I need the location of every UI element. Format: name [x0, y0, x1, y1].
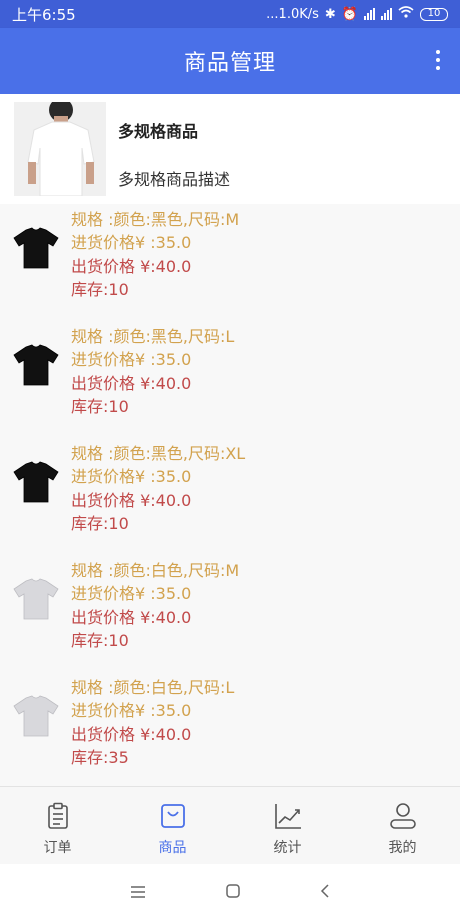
variant-info: 规格 :颜色:黑色,尺码:XL 进货价格¥ :35.0 出货价格 ¥:40.0 库存:…: [71, 442, 245, 536]
variant-stock: 库存:35: [71, 748, 129, 768]
variant-info: 规格 :颜色:白色,尺码:M 进货价格¥ :35.0 出货价格 ¥:40.0 库存:1…: [71, 559, 239, 653]
variant-thumbnail: [12, 458, 60, 506]
variant-stock: 库存:10: [71, 397, 129, 417]
wifi-icon: [398, 6, 414, 22]
status-time: 上午6:55: [12, 5, 76, 24]
variant-thumbnail: [12, 341, 60, 389]
variant-sell-price: 出货价格 ¥:40.0: [71, 256, 192, 276]
product-detail: 多规格商品 多规格商品描述 规格 :颜色:黑色,尺码:M 进货价格¥ :35.0 出…: [0, 94, 460, 786]
page-title: 商品管理: [183, 51, 276, 76]
shopping-bag-icon: [160, 804, 185, 828]
user-icon: [389, 803, 416, 829]
variant-buy-price: 进货价格¥ :35.0: [71, 350, 192, 370]
back-icon[interactable]: [320, 883, 330, 902]
variant-spec: 规格 :颜色:白色,尺码:L: [71, 678, 235, 697]
alarm-icon: ⏰: [341, 6, 358, 22]
variant-sell-price: 出货价格 ¥:40.0: [71, 607, 192, 627]
status-indicators: ...1.0K/s ✱ ⏰ 10: [266, 6, 448, 22]
bluetooth-icon: ✱: [324, 6, 336, 22]
variant-row[interactable]: 规格 :颜色:白色,尺码:L 进货价格¥ :35.0 出货价格 ¥:40.0 库存:3…: [0, 672, 460, 786]
status-bar: 上午6:55 ...1.0K/s ✱ ⏰ 10: [0, 0, 460, 28]
variant-spec: 规格 :颜色:黑色,尺码:M: [71, 210, 240, 229]
variant-stock: 库存:10: [71, 280, 129, 300]
variant-thumbnail: [12, 575, 60, 623]
network-speed: ...1.0K/s: [266, 6, 319, 22]
tab-orders[interactable]: 订单: [0, 787, 115, 864]
product-header[interactable]: 多规格商品 多规格商品描述: [0, 94, 460, 204]
variant-list: 规格 :颜色:黑色,尺码:M 进货价格¥ :35.0 出货价格 ¥:40.0 库存:1…: [0, 204, 460, 786]
variant-row[interactable]: 规格 :颜色:黑色,尺码:XL 进货价格¥ :35.0 出货价格 ¥:40.0 库存:…: [0, 438, 460, 555]
home-icon[interactable]: [226, 883, 240, 902]
tab-label: 统计: [273, 840, 302, 856]
signal-icon-2: [381, 8, 392, 20]
clipboard-icon: [47, 802, 68, 829]
variant-stock: 库存:10: [71, 514, 129, 534]
variant-buy-price: 进货价格¥ :35.0: [71, 467, 192, 487]
variant-info: 规格 :颜色:黑色,尺码:M 进货价格¥ :35.0 出货价格 ¥:40.0 库存:1…: [71, 208, 239, 302]
product-name: 多规格商品: [118, 122, 199, 141]
product-image: [14, 102, 106, 196]
variant-sell-price: 出货价格 ¥:40.0: [71, 724, 192, 744]
tab-label: 订单: [43, 840, 72, 856]
variant-buy-price: 进货价格¥ :35.0: [71, 584, 192, 604]
tab-mine[interactable]: 我的: [345, 787, 460, 864]
menu-icon[interactable]: [130, 883, 146, 902]
bottom-tab-bar: 订单 商品 统计 我的: [0, 786, 460, 864]
tab-statistics[interactable]: 统计: [230, 787, 345, 864]
variant-thumbnail: [12, 224, 60, 272]
variant-row[interactable]: 规格 :颜色:黑色,尺码:M 进货价格¥ :35.0 出货价格 ¥:40.0 库存:1…: [0, 204, 460, 321]
battery-icon: 10: [420, 7, 448, 21]
variant-buy-price: 进货价格¥ :35.0: [71, 233, 192, 253]
variant-sell-price: 出货价格 ¥:40.0: [71, 373, 192, 393]
variant-spec: 规格 :颜色:黑色,尺码:XL: [71, 444, 246, 463]
system-nav-bar: [0, 864, 460, 920]
variant-thumbnail: [12, 692, 60, 740]
more-menu-icon[interactable]: [436, 50, 440, 70]
tab-label: 我的: [388, 840, 417, 856]
app-bar: 商品管理: [0, 28, 460, 94]
signal-icon: [364, 8, 375, 20]
variant-row[interactable]: 规格 :颜色:黑色,尺码:L 进货价格¥ :35.0 出货价格 ¥:40.0 库存:1…: [0, 321, 460, 438]
variant-spec: 规格 :颜色:黑色,尺码:L: [71, 327, 235, 346]
variant-row[interactable]: 规格 :颜色:白色,尺码:M 进货价格¥ :35.0 出货价格 ¥:40.0 库存:1…: [0, 555, 460, 672]
tab-label: 商品: [158, 840, 187, 856]
product-description: 多规格商品描述: [118, 170, 231, 189]
chart-icon: [274, 804, 301, 829]
variant-buy-price: 进货价格¥ :35.0: [71, 701, 192, 721]
tab-products[interactable]: 商品: [115, 787, 230, 864]
variant-sell-price: 出货价格 ¥:40.0: [71, 490, 192, 510]
variant-info: 规格 :颜色:白色,尺码:L 进货价格¥ :35.0 出货价格 ¥:40.0 库存:3…: [71, 676, 234, 770]
variant-stock: 库存:10: [71, 631, 129, 651]
variant-spec: 规格 :颜色:白色,尺码:M: [71, 561, 240, 580]
variant-info: 规格 :颜色:黑色,尺码:L 进货价格¥ :35.0 出货价格 ¥:40.0 库存:1…: [71, 325, 234, 419]
